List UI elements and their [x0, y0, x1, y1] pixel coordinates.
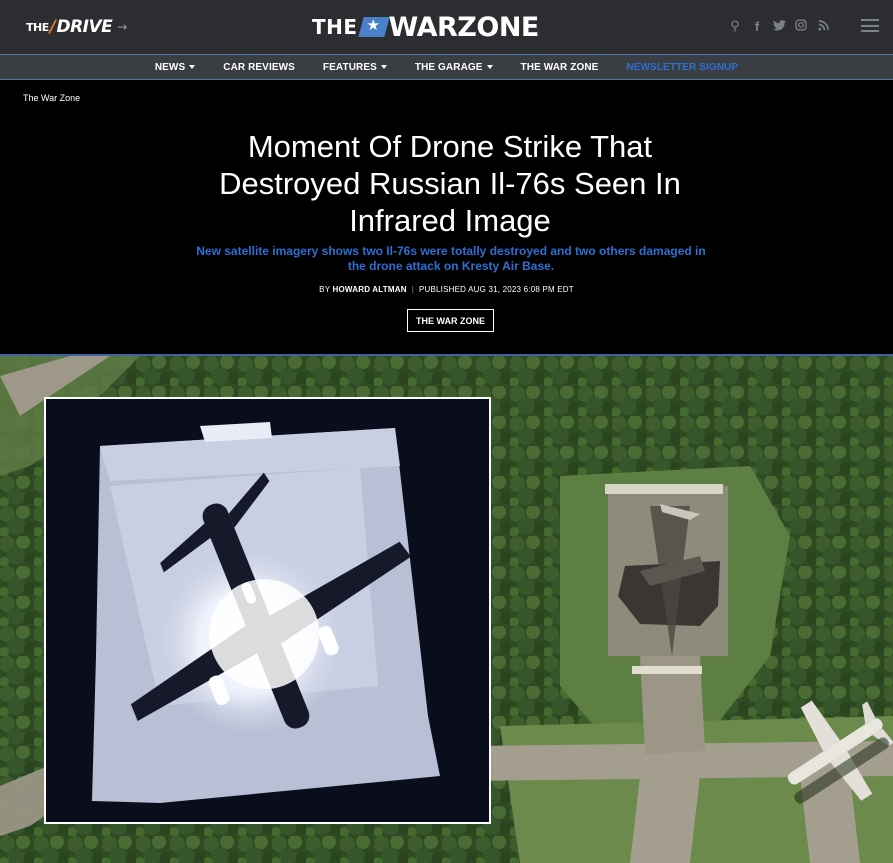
- published-date: PUBLISHED AUG 31, 2023 6:08 PM EDT: [418, 285, 574, 294]
- nav-item-label: THE GARAGE: [414, 61, 483, 73]
- breadcrumb[interactable]: The War Zone: [23, 93, 80, 103]
- nav-item-newsletter-signup[interactable]: NEWSLETTER SIGNUP: [626, 62, 738, 73]
- star-flag-icon: [357, 17, 390, 37]
- article-title: Moment Of Drone Strike That Destroyed Ru…: [219, 129, 681, 238]
- site-header: THE/DRIVE→ THE WARZONE ⚲ f: [0, 0, 893, 54]
- caret-down-icon: [486, 64, 493, 69]
- drive-logo-prefix: THE: [26, 20, 49, 34]
- twitter-icon[interactable]: [772, 19, 786, 34]
- category-tag-button[interactable]: THE WAR ZONE: [407, 309, 494, 332]
- rss-icon[interactable]: [816, 19, 830, 34]
- author-link[interactable]: HOWARD ALTMAN: [333, 285, 407, 294]
- social-links: ⚲ f: [728, 18, 830, 34]
- nav-item-label: FEATURES: [322, 61, 377, 73]
- the-warzone-logo[interactable]: THE WARZONE: [312, 11, 540, 43]
- facebook-icon[interactable]: f: [750, 19, 764, 34]
- main-nav: NEWS CAR REVIEWS FEATURES THE GARAGE THE…: [0, 54, 893, 80]
- caret-down-icon: [380, 64, 387, 69]
- article-header: The War Zone Moment Of Drone Strike That…: [0, 80, 893, 356]
- instagram-icon[interactable]: [794, 18, 808, 34]
- byline: BY HOWARD ALTMAN | PUBLISHED AUG 31, 2023 …: [0, 285, 893, 294]
- nav-item-the-garage[interactable]: THE GARAGE: [415, 62, 493, 73]
- nav-item-car-reviews[interactable]: CAR REVIEWS: [223, 62, 295, 73]
- the-drive-logo[interactable]: THE / DRIVE →: [26, 17, 127, 37]
- nav-item-label: THE WAR ZONE: [520, 61, 599, 73]
- search-icon[interactable]: ⚲: [728, 18, 742, 34]
- arrow-right-icon: →: [117, 20, 127, 34]
- menu-icon-bar: [861, 19, 879, 21]
- article-dek: New satellite imagery shows two Il-76s w…: [196, 244, 706, 273]
- menu-icon-bar: [861, 30, 879, 32]
- menu-icon-bar: [861, 24, 879, 27]
- byline-separator: |: [411, 285, 414, 294]
- lead-image: [0, 356, 893, 863]
- nav-item-label: CAR REVIEWS: [223, 61, 295, 73]
- drive-logo-slash: /: [49, 17, 56, 37]
- warzone-logo-word: WARZONE: [388, 11, 540, 43]
- drive-logo-word: DRIVE: [56, 17, 113, 37]
- caret-down-icon: [189, 64, 196, 69]
- nav-item-news[interactable]: NEWS: [154, 61, 196, 73]
- satellite-image: [0, 356, 893, 863]
- nav-item-the-war-zone[interactable]: THE WAR ZONE: [521, 62, 599, 73]
- nav-item-label: NEWSLETTER SIGNUP: [626, 61, 739, 73]
- nav-item-label: NEWS: [154, 61, 186, 73]
- menu-icon[interactable]: [861, 19, 879, 32]
- nav-item-features[interactable]: FEATURES: [323, 62, 387, 73]
- warzone-logo-prefix: THE: [312, 15, 358, 39]
- byline-prefix: BY: [319, 285, 331, 294]
